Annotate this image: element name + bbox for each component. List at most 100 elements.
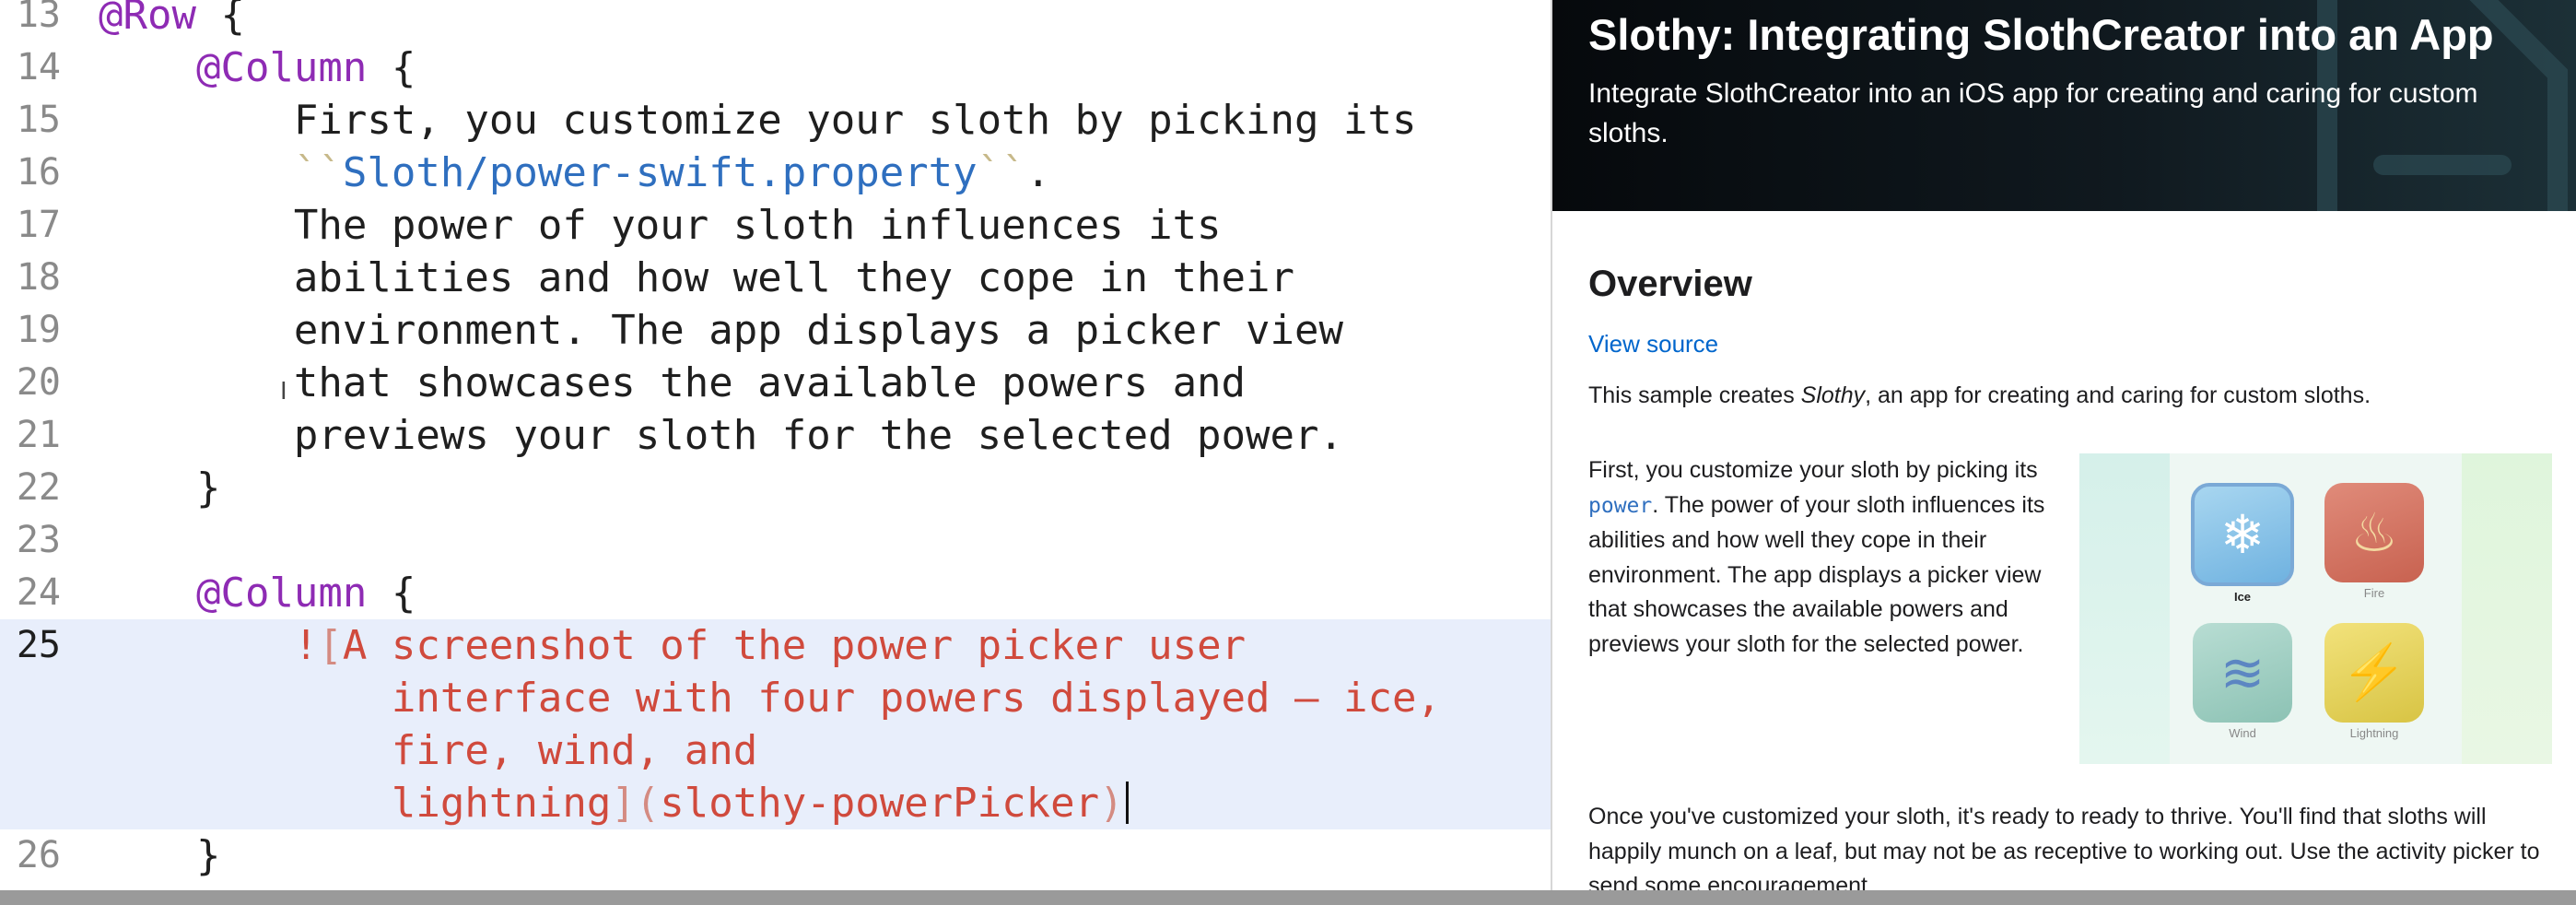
code-token: interface with four powers displayed — i… xyxy=(391,675,1441,722)
editor-line[interactable]: 25 ![A screenshot of the power picker us… xyxy=(0,619,1551,672)
power-picker-image: ❄ Ice ♨ Fire ≋ Wind ⚡ Lightning xyxy=(2079,453,2552,764)
hero-banner: Slothy: Integrating SlothCreator into an… xyxy=(1552,0,2576,211)
code-token: ) xyxy=(1099,780,1124,827)
snowflake-icon: ❄ xyxy=(2191,483,2294,586)
editor-line[interactable]: 24 @Column { xyxy=(0,567,1551,619)
picker-background-right xyxy=(2462,453,2552,764)
editor-line[interactable]: 19 environment. The app displays a picke… xyxy=(0,304,1551,357)
editor-line[interactable]: 21 previews your sloth for the selected … xyxy=(0,409,1551,462)
editor-line[interactable]: 15 First, you customize your sloth by pi… xyxy=(0,94,1551,147)
code-token: [ xyxy=(318,622,343,669)
code-token: @Row xyxy=(99,0,196,39)
power-label-wind: Wind xyxy=(2229,726,2256,740)
code-token: slothy-powerPicker xyxy=(660,780,1100,827)
code-text: } xyxy=(99,829,221,882)
view-source-link[interactable]: View source xyxy=(1588,330,1718,358)
power-symbol-link[interactable]: power xyxy=(1588,494,1652,518)
code-token: { xyxy=(195,0,245,39)
code-token: abilities and how well they cope in thei… xyxy=(99,254,1295,301)
column-text: First, you customize your sloth by picki… xyxy=(1588,453,2049,662)
intro-paragraph: This sample creates Slothy, an app for c… xyxy=(1588,382,2371,409)
code-token: fire, wind, and xyxy=(391,727,758,774)
intro-text-end: , an app for creating and caring for cus… xyxy=(1865,382,2371,408)
code-text: previews your sloth for the selected pow… xyxy=(99,409,1343,462)
power-label-fire: Fire xyxy=(2363,586,2385,600)
power-wind: ≋ Wind xyxy=(2191,623,2294,740)
code-token: . xyxy=(1025,149,1051,196)
horizontal-scrollbar[interactable] xyxy=(0,890,2576,905)
code-token: @Column xyxy=(195,570,368,617)
code-token: A screenshot of the power picker user xyxy=(342,622,1247,669)
code-token: environment. The app displays a picker v… xyxy=(99,307,1344,354)
line-number: 14 xyxy=(16,46,61,88)
code-token: } xyxy=(99,832,221,879)
editor-line[interactable]: 17 The power of your sloth influences it… xyxy=(0,199,1551,252)
editor-line[interactable]: interface with four powers displayed — i… xyxy=(0,672,1551,724)
code-text: ![A screenshot of the power picker user xyxy=(99,619,1246,672)
code-text: lightning](slothy-powerPicker) xyxy=(99,777,1129,829)
lightning-icon: ⚡ xyxy=(2324,623,2424,723)
column-text-end: . The power of your sloth influences its… xyxy=(1588,491,2045,657)
editor-line[interactable]: 23 xyxy=(0,514,1551,567)
code-token: `` xyxy=(293,149,343,196)
code-text: } xyxy=(99,462,221,514)
editor-line[interactable]: lightning](slothy-powerPicker) xyxy=(0,777,1551,829)
line-number: 17 xyxy=(16,204,61,246)
editor-line[interactable]: 26 } xyxy=(0,829,1551,882)
text-cursor-icon: I xyxy=(280,378,287,405)
line-number: 22 xyxy=(16,466,61,509)
code-token: Sloth/power-swift.property xyxy=(342,149,978,196)
line-number: 18 xyxy=(16,256,61,299)
power-ice: ❄ Ice xyxy=(2191,483,2294,604)
column-text-start: First, you customize your sloth by picki… xyxy=(1588,457,2038,483)
code-text: @Row { xyxy=(99,0,245,41)
code-text: abilities and how well they cope in thei… xyxy=(99,252,1294,304)
editor-line[interactable]: 18 abilities and how well they cope in t… xyxy=(0,252,1551,304)
code-token: previews your sloth for the selected pow… xyxy=(99,412,1344,459)
documentation-preview: Slothy: Integrating SlothCreator into an… xyxy=(1552,0,2576,905)
editor-line[interactable]: 13 @Row { xyxy=(0,0,1551,41)
editor-line[interactable]: 22 } xyxy=(0,462,1551,514)
power-lightning: ⚡ Lightning xyxy=(2323,623,2426,740)
code-token: ]( xyxy=(611,780,661,827)
line-number: 20 xyxy=(16,361,61,404)
line-number: 25 xyxy=(16,624,61,666)
code-token: ! xyxy=(293,622,319,669)
code-token: that showcases the available powers and xyxy=(99,359,1247,406)
code-text: First, you customize your sloth by picki… xyxy=(99,94,1417,147)
code-token: @Column xyxy=(195,44,368,91)
power-label-ice: Ice xyxy=(2233,590,2252,604)
code-token: `` xyxy=(977,149,1026,196)
intro-text: This sample creates xyxy=(1588,382,1801,408)
code-text: that showcases the available powers and xyxy=(99,357,1246,409)
app-name-emphasis: Slothy xyxy=(1800,382,1866,408)
editor-line[interactable]: 20 that showcases the available powers a… xyxy=(0,357,1551,409)
fire-icon: ♨ xyxy=(2324,483,2424,582)
insertion-caret xyxy=(1125,782,1129,824)
code-token: { xyxy=(367,570,416,617)
code-token: First, you customize your sloth by picki… xyxy=(99,97,1417,144)
overview-heading: Overview xyxy=(1588,264,1752,304)
editor-line[interactable]: 14 @Column { xyxy=(0,41,1551,94)
code-token: } xyxy=(99,464,221,511)
picker-background-left xyxy=(2079,453,2170,764)
line-number: 24 xyxy=(16,571,61,614)
line-number: 21 xyxy=(16,414,61,456)
line-number: 23 xyxy=(16,519,61,561)
code-text: The power of your sloth influences its xyxy=(99,199,1222,252)
line-number: 16 xyxy=(16,151,61,194)
editor-line[interactable]: fire, wind, and xyxy=(0,724,1551,777)
code-text: @Column { xyxy=(99,41,416,94)
line-number: 13 xyxy=(16,0,61,36)
editor-line[interactable]: 16 ``Sloth/power-swift.property``. xyxy=(0,147,1551,199)
power-fire: ♨ Fire xyxy=(2323,483,2426,600)
line-number: 15 xyxy=(16,99,61,141)
source-editor[interactable]: 13 @Row {14 @Column {15 First, you custom… xyxy=(0,0,1551,905)
